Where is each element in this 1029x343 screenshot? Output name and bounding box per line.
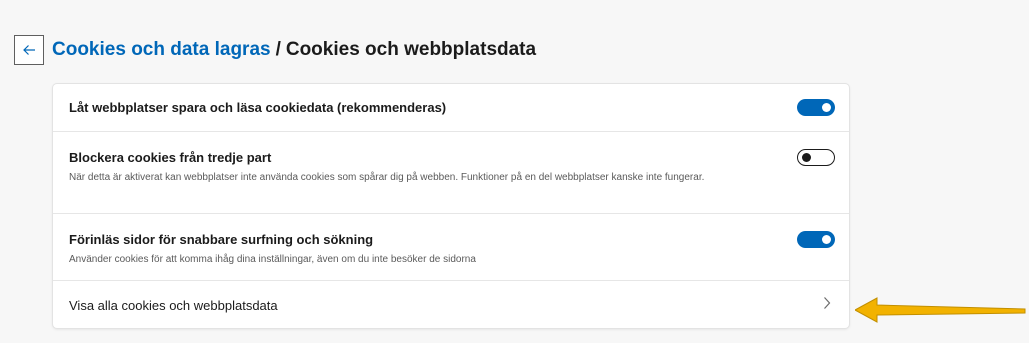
page-header: Cookies och data lagras / Cookies och webb… (14, 33, 536, 67)
breadcrumb-separator: / (275, 39, 281, 60)
setting-description: Använder cookies för att komma ihåg dina… (69, 254, 476, 265)
setting-title: Blockera cookies från tredje part (69, 150, 272, 165)
setting-title: Låt webbplatser spara och läsa cookiedat… (69, 100, 447, 115)
settings-card: Låt webbplatser spara och läsa cookiedat… (53, 84, 849, 328)
toggle-knob (822, 103, 831, 112)
preload-pages-toggle[interactable] (797, 231, 835, 248)
arrow-left-icon (23, 45, 35, 55)
setting-title: Visa alla cookies och webbplatsdata (69, 298, 278, 313)
breadcrumb-parent-link[interactable]: Cookies och data lagras (52, 39, 271, 60)
setting-title: Förinläs sidor för snabbare surfning och… (69, 232, 374, 247)
see-all-cookies-row[interactable]: Visa alla cookies och webbplatsdata (53, 280, 849, 328)
setting-row-block-third-party: Blockera cookies från tredje part När de… (53, 131, 849, 213)
toggle-knob (802, 153, 811, 162)
annotation-arrow-icon (855, 297, 1026, 323)
chevron-right-icon[interactable] (823, 296, 831, 310)
toggle-knob (822, 235, 831, 244)
allow-cookies-toggle[interactable] (797, 99, 835, 116)
breadcrumb: Cookies och data lagras / Cookies och webb… (52, 39, 536, 61)
block-third-party-toggle[interactable] (797, 149, 835, 166)
setting-row-preload-pages: Förinläs sidor för snabbare surfning och… (53, 213, 849, 280)
breadcrumb-current: Cookies och webbplatsdata (285, 39, 537, 60)
setting-description: När detta är aktiverat kan webbplatser i… (69, 172, 705, 183)
back-button[interactable] (14, 35, 44, 65)
setting-row-allow-cookies: Låt webbplatser spara och läsa cookiedat… (53, 84, 849, 131)
